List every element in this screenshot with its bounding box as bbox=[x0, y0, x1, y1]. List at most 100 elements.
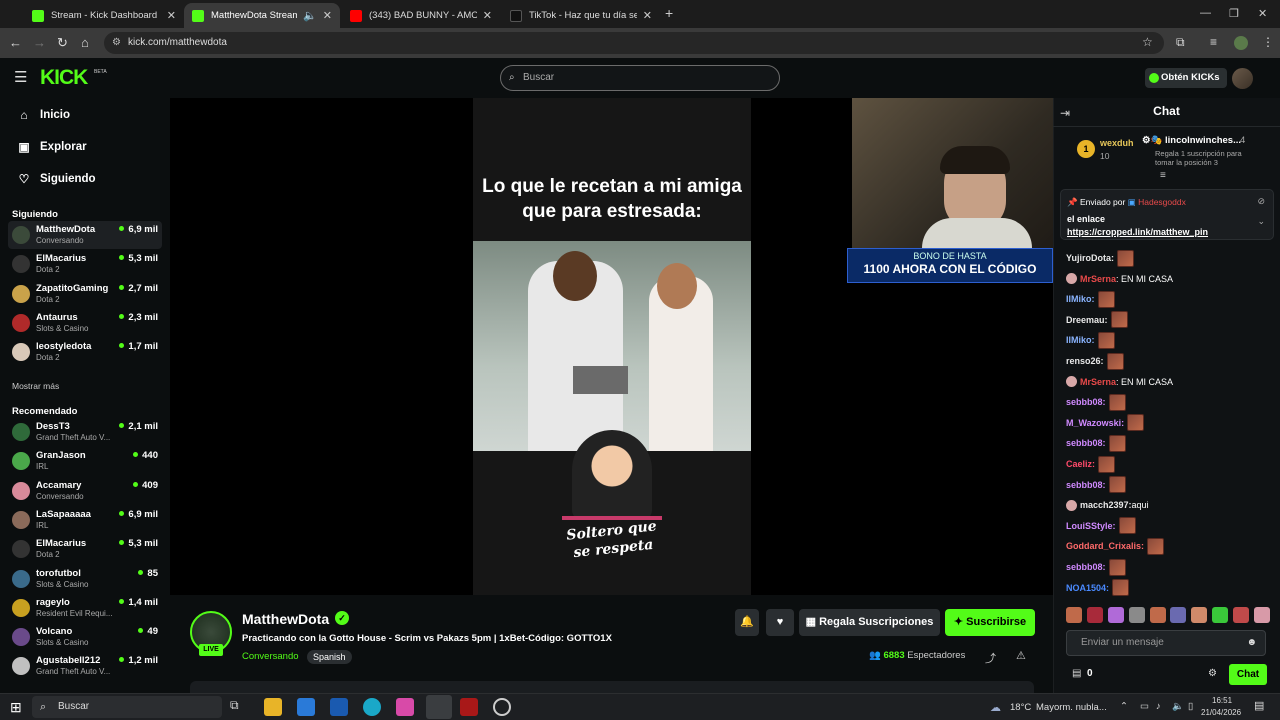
sidebar-channel[interactable]: Agustabell212 Grand Theft Auto V... 1,2 mi… bbox=[8, 652, 162, 680]
chat-username[interactable]: MrSerna bbox=[1080, 377, 1116, 387]
chat-username[interactable]: sebbb08: bbox=[1066, 397, 1106, 407]
share-icon[interactable]: ⤴ bbox=[985, 650, 996, 666]
chat-username[interactable]: YujiroDota: bbox=[1066, 253, 1114, 263]
store-icon[interactable] bbox=[297, 698, 315, 716]
emoji-icon[interactable]: ☻ bbox=[1246, 631, 1257, 655]
notifications-icon[interactable]: ▤ bbox=[1254, 699, 1264, 712]
chat-message-input[interactable]: Enviar un mensaje ☻ bbox=[1066, 630, 1266, 656]
gift-subs-button[interactable]: ▦ Regala Suscripciones bbox=[799, 609, 940, 636]
chat-username[interactable]: NOA1504: bbox=[1066, 583, 1109, 593]
report-icon[interactable]: ⚠ bbox=[1016, 649, 1026, 662]
browser-tab[interactable]: Stream - Kick Dashboard ✕ bbox=[24, 3, 184, 28]
subscribe-button[interactable]: ✦ Suscribirse bbox=[945, 609, 1035, 636]
browser-menu-icon[interactable]: ⋮ bbox=[1262, 35, 1274, 49]
sidebar-channel[interactable]: Accamary Conversando 409 bbox=[8, 477, 162, 505]
reading-list-icon[interactable]: ≡ bbox=[1210, 35, 1217, 49]
emote-icon[interactable] bbox=[1170, 607, 1187, 623]
chat-username[interactable]: IlMiko: bbox=[1066, 335, 1095, 345]
profile-avatar[interactable] bbox=[1234, 36, 1248, 50]
pinned-link[interactable]: https://cropped.link/matthew_pin bbox=[1067, 227, 1208, 237]
user-avatar[interactable] bbox=[1232, 68, 1253, 89]
chat-username[interactable]: MrSerna bbox=[1080, 274, 1116, 284]
sidebar-item-explorar[interactable]: ▣ Explorar bbox=[16, 140, 86, 154]
chat-settings-icon[interactable]: ⚙ bbox=[1208, 668, 1217, 679]
kicks-icon[interactable]: ▤ bbox=[1072, 668, 1081, 679]
browser-tab[interactable]: (343) BAD BUNNY - AMORFOD ✕ bbox=[342, 3, 500, 28]
sidebar-channel[interactable]: ZapatitoGaming Dota 2 2,7 mil bbox=[8, 280, 162, 308]
emote-icon[interactable] bbox=[1212, 607, 1229, 623]
sidebar-channel[interactable]: LaSapaaaaa IRL 6,9 mil bbox=[8, 506, 162, 534]
emote-icon[interactable] bbox=[1086, 607, 1103, 623]
new-tab-icon[interactable]: + bbox=[665, 5, 673, 21]
chat-username[interactable]: LouiSStyle: bbox=[1066, 521, 1116, 531]
reload-icon[interactable]: ↻ bbox=[57, 35, 68, 51]
streamer-name[interactable]: MatthewDota bbox=[242, 611, 329, 627]
site-info-icon[interactable]: ⚙ bbox=[112, 32, 121, 54]
clock-date[interactable]: 21/04/2026 bbox=[1201, 708, 1241, 717]
extensions-icon[interactable]: ⧉ bbox=[1176, 35, 1185, 50]
notifications-bell-button[interactable]: 🔔 bbox=[735, 609, 759, 636]
gifter-name[interactable]: ⚙🎭 lincolnwinches... bbox=[1142, 135, 1241, 146]
sidebar-channel[interactable]: MatthewDota Conversando 6,9 mil bbox=[8, 221, 162, 249]
obs-icon[interactable] bbox=[493, 698, 511, 716]
kick-logo[interactable]: KICK bbox=[40, 66, 88, 90]
restore-icon[interactable]: ❐ bbox=[1229, 7, 1239, 20]
file-explorer-icon[interactable] bbox=[264, 698, 282, 716]
emote-icon[interactable] bbox=[1107, 607, 1124, 623]
sidebar-item-inicio[interactable]: ⌂ Inicio bbox=[16, 108, 70, 122]
chat-username[interactable]: M_Wazowski: bbox=[1066, 418, 1124, 428]
clock-time[interactable]: 16:51 bbox=[1212, 696, 1232, 705]
taskbar-search[interactable]: ⌕ Buscar bbox=[32, 696, 222, 718]
emote-icon[interactable] bbox=[1149, 607, 1166, 623]
volume-icon[interactable]: 🔈 bbox=[1172, 701, 1184, 712]
dota-icon[interactable] bbox=[460, 698, 478, 716]
windows-start-icon[interactable]: ⊞ bbox=[10, 699, 22, 716]
back-icon[interactable]: ← bbox=[9, 35, 22, 50]
close-icon[interactable]: ✕ bbox=[323, 9, 332, 22]
expand-leaderboard-icon[interactable]: ≡ bbox=[1160, 170, 1166, 181]
weather-text[interactable]: Mayorm. nubla... bbox=[1036, 702, 1107, 713]
emote-icon[interactable] bbox=[1233, 607, 1249, 623]
hamburger-menu-icon[interactable]: ☰ bbox=[14, 68, 27, 86]
top-gifter-name[interactable]: wexduh bbox=[1100, 138, 1134, 148]
chat-username[interactable]: Caeliz: bbox=[1066, 459, 1095, 469]
sidebar-channel[interactable]: rageylo Resident Evil Requi... 1,4 mil bbox=[8, 594, 162, 622]
close-icon[interactable]: ✕ bbox=[483, 9, 492, 22]
minimize-icon[interactable]: — bbox=[1200, 7, 1211, 19]
show-more-link[interactable]: Mostrar más bbox=[12, 381, 59, 391]
emote-icon[interactable] bbox=[1253, 607, 1270, 623]
stream-category-link[interactable]: Conversando bbox=[242, 651, 299, 662]
close-icon[interactable]: ✕ bbox=[643, 9, 652, 22]
network-icon[interactable]: ▭ bbox=[1140, 701, 1149, 712]
task-view-icon[interactable]: ⧉ bbox=[230, 698, 248, 716]
home-icon[interactable]: ⌂ bbox=[81, 35, 89, 50]
battery-icon[interactable]: ▯ bbox=[1188, 701, 1193, 712]
sidebar-channel[interactable]: GranJason IRL 440 bbox=[8, 447, 162, 475]
chat-username[interactable]: Goddard_Crixalis: bbox=[1066, 541, 1144, 551]
chat-username[interactable]: Dreemau: bbox=[1066, 315, 1108, 325]
window-close-icon[interactable]: ✕ bbox=[1258, 7, 1267, 20]
follow-heart-button[interactable]: ♥ bbox=[766, 609, 794, 636]
bookmark-star-icon[interactable]: ☆ bbox=[1142, 35, 1153, 49]
emote-icon[interactable] bbox=[1128, 607, 1145, 623]
mic-icon[interactable]: ♪ bbox=[1156, 701, 1161, 712]
browser-tab-active[interactable]: MatthewDota Stream - Wa 🔈 ✕ bbox=[184, 3, 340, 28]
chat-username[interactable]: macch2397: bbox=[1080, 500, 1132, 510]
chat-username[interactable]: sebbb08: bbox=[1066, 562, 1106, 572]
sidebar-channel[interactable]: ElMacarius Dota 2 5,3 mil bbox=[8, 535, 162, 563]
browser-tab[interactable]: TikTok - Haz que tu día sea esp ✕ bbox=[502, 3, 660, 28]
chevron-down-icon[interactable]: ⌄ bbox=[1257, 216, 1265, 227]
tray-chevron-icon[interactable]: ⌃ bbox=[1120, 701, 1128, 712]
pinned-by-user[interactable]: Hadesgoddx bbox=[1138, 197, 1186, 207]
sidebar-channel[interactable]: ElMacarius Dota 2 5,3 mil bbox=[8, 250, 162, 278]
chat-username[interactable]: sebbb08: bbox=[1066, 438, 1106, 448]
chat-username[interactable]: sebbb08: bbox=[1066, 480, 1106, 490]
address-bar[interactable]: ⚙ kick.com/matthewdota bbox=[104, 32, 1164, 54]
copilot-icon[interactable] bbox=[396, 698, 414, 716]
speaker-icon[interactable]: 🔈 bbox=[303, 9, 317, 22]
get-kicks-button[interactable]: Obtén KICKs bbox=[1145, 68, 1227, 88]
emote-icon[interactable] bbox=[1191, 607, 1208, 623]
sidebar-channel[interactable]: DessT3 Grand Theft Auto V... 2,1 mil bbox=[8, 418, 162, 446]
close-icon[interactable]: ✕ bbox=[167, 9, 176, 22]
sidebar-channel[interactable]: Antaurus Slots & Casino 2,3 mil bbox=[8, 309, 162, 337]
